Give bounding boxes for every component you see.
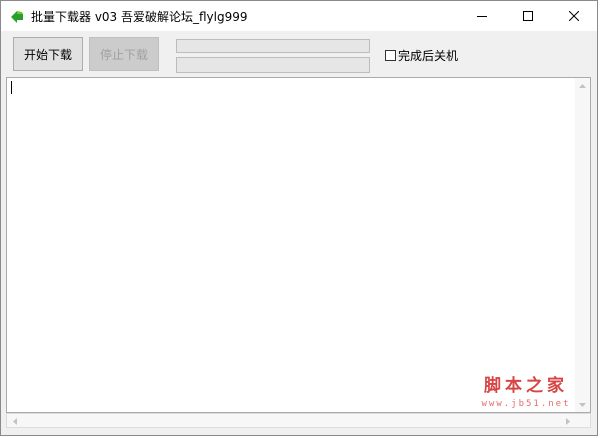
progress-bar-2 bbox=[176, 57, 370, 73]
minimize-icon bbox=[477, 11, 487, 21]
shutdown-checkbox[interactable]: 完成后关机 bbox=[385, 47, 458, 64]
download-arrow-icon bbox=[9, 8, 25, 24]
close-icon bbox=[569, 11, 579, 21]
title-bar[interactable]: 批量下载器 v03 吾爱破解论坛_flylg999 bbox=[1, 1, 597, 31]
toolbar: 开始下载 停止下载 完成后关机 bbox=[1, 31, 597, 77]
maximize-icon bbox=[523, 11, 533, 21]
scroll-down-icon[interactable] bbox=[575, 397, 590, 412]
text-caret bbox=[11, 81, 12, 94]
scroll-up-icon[interactable] bbox=[575, 78, 590, 93]
vertical-scrollbar[interactable] bbox=[575, 78, 590, 412]
window-title: 批量下载器 v03 吾爱破解论坛_flylg999 bbox=[31, 10, 248, 24]
horizontal-scrollbar[interactable] bbox=[6, 413, 591, 428]
stop-download-button[interactable]: 停止下载 bbox=[89, 37, 159, 71]
main-window: 批量下载器 v03 吾爱破解论坛_flylg999 开始下载 停止下载 完成后关… bbox=[0, 0, 598, 436]
progress-bar-1 bbox=[176, 39, 370, 53]
close-button[interactable] bbox=[551, 1, 597, 31]
checkbox-box[interactable] bbox=[385, 50, 396, 61]
scroll-left-icon[interactable] bbox=[7, 414, 22, 429]
log-textarea[interactable] bbox=[6, 77, 591, 413]
minimize-button[interactable] bbox=[459, 1, 505, 31]
scroll-right-icon[interactable] bbox=[560, 414, 575, 429]
maximize-button[interactable] bbox=[505, 1, 551, 31]
start-download-button[interactable]: 开始下载 bbox=[13, 37, 83, 71]
shutdown-label: 完成后关机 bbox=[398, 49, 459, 63]
